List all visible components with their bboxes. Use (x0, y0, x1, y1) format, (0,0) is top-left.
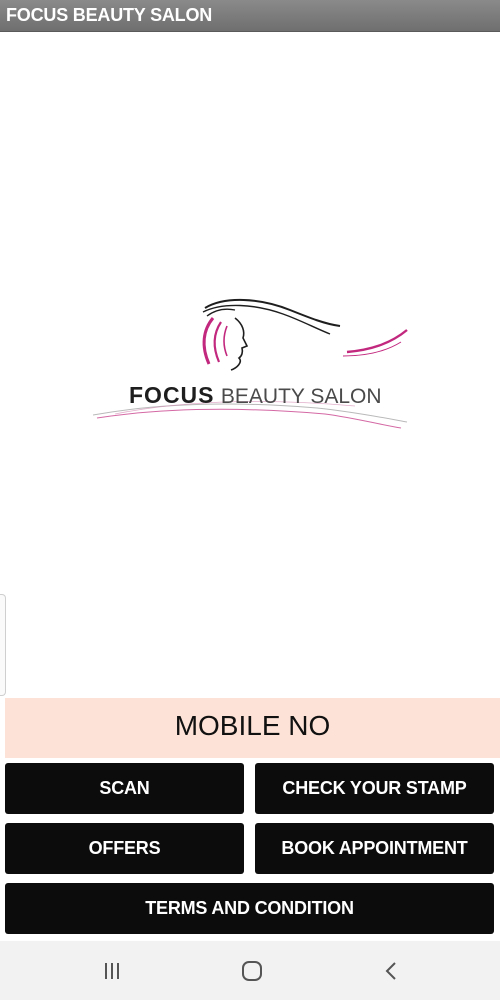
back-button[interactable] (346, 941, 436, 1000)
home-icon (242, 960, 262, 981)
terms-button[interactable]: TERMS AND CONDITION (5, 883, 494, 934)
mobile-number-banner[interactable]: MOBILE NO (5, 698, 500, 758)
logo-wordmark: FOCUS BEAUTY SALON (129, 382, 382, 409)
app-title: FOCUS BEAUTY SALON (6, 5, 213, 25)
home-button[interactable] (207, 941, 297, 1000)
title-bar: FOCUS BEAUTY SALON (0, 0, 500, 32)
salon-logo: FOCUS BEAUTY SALON (85, 290, 415, 440)
recent-apps-icon (105, 962, 119, 979)
book-appointment-button[interactable]: BOOK APPOINTMENT (255, 823, 494, 874)
back-icon (385, 961, 396, 980)
system-navigation-bar (0, 941, 500, 1000)
logo-text-beauty-salon: BEAUTY SALON (220, 385, 382, 408)
check-stamp-button[interactable]: CHECK YOUR STAMP (255, 763, 494, 814)
woman-silhouette-logo-icon (92, 299, 408, 429)
mobile-number-label: MOBILE NO (174, 710, 331, 741)
app-screen: FOCUS BEAUTY SALON FOCUS BEAUTY SALON MO… (0, 0, 500, 1000)
recent-apps-button[interactable] (67, 941, 157, 1000)
logo-text-focus: FOCUS (129, 382, 215, 408)
edge-panel-handle[interactable] (0, 594, 6, 696)
scan-button[interactable]: SCAN (5, 763, 244, 814)
offers-button[interactable]: OFFERS (5, 823, 244, 874)
